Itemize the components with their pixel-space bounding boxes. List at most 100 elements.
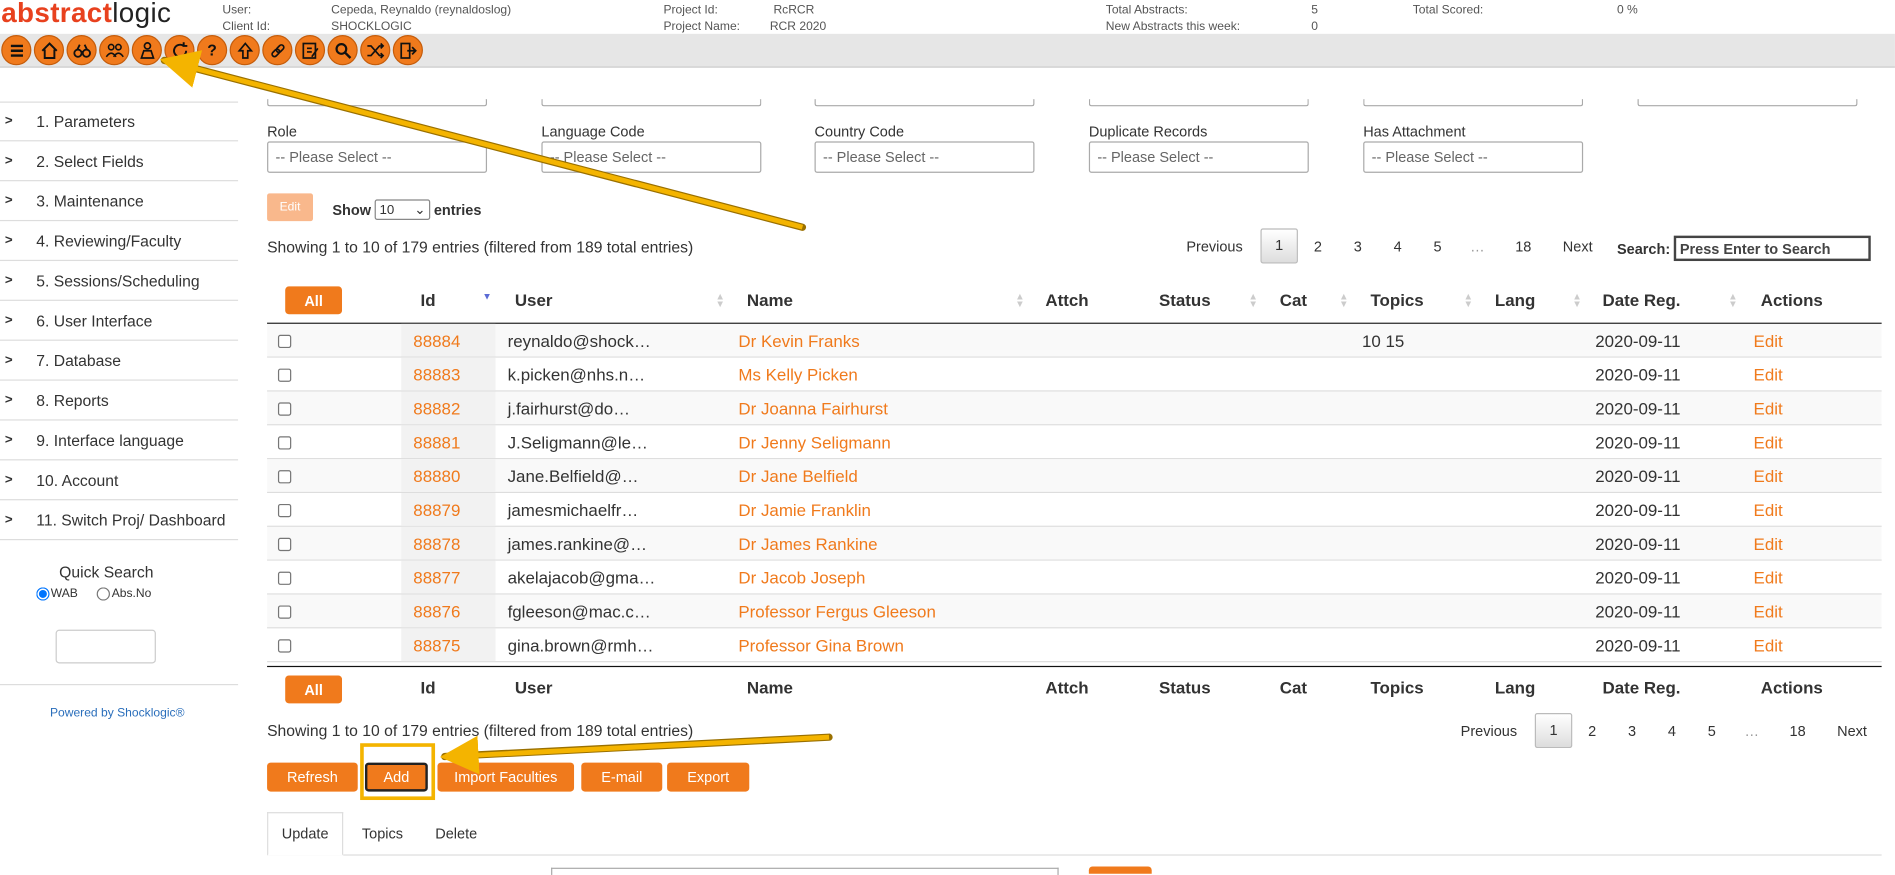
role-select[interactable]: -- Please Select -- — [267, 141, 488, 173]
col-cat[interactable]: Cat — [1280, 290, 1307, 309]
select-all-button[interactable]: All — [285, 286, 343, 315]
pager-page-1[interactable]: 1 — [1534, 713, 1573, 749]
row-id-link[interactable]: 88875 — [413, 636, 460, 655]
pager-page-5[interactable]: 5 — [1692, 722, 1732, 739]
upload-icon[interactable] — [229, 35, 260, 66]
logout-icon[interactable] — [392, 35, 423, 66]
row-edit-link[interactable]: Edit — [1754, 433, 1783, 452]
row-edit-link[interactable]: Edit — [1754, 466, 1783, 485]
sidebar-item-parameters[interactable]: >1. Parameters — [0, 102, 239, 142]
pager-previous[interactable]: Previous — [1447, 722, 1532, 739]
pager-page-3[interactable]: 3 — [1338, 237, 1378, 254]
sidebar-item-account[interactable]: >10. Account — [0, 460, 239, 501]
sidebar-item-maintenance[interactable]: >3. Maintenance — [0, 181, 239, 222]
pager-page-2[interactable]: 2 — [1298, 237, 1338, 254]
col-name[interactable]: Name — [747, 290, 793, 309]
menu-icon[interactable] — [1, 35, 32, 66]
row-name-link[interactable]: Dr James Rankine — [738, 534, 877, 553]
pager-page-4[interactable]: 4 — [1378, 237, 1418, 254]
sidebar-item-database[interactable]: >7. Database — [0, 341, 239, 381]
row-id-link[interactable]: 88878 — [413, 534, 460, 553]
row-checkbox[interactable] — [277, 537, 292, 552]
pager-page-18[interactable]: 18 — [1772, 722, 1824, 739]
row-id-link[interactable]: 88879 — [413, 500, 460, 519]
row-name-link[interactable]: Dr Jamie Franklin — [738, 500, 871, 519]
pager-previous[interactable]: Previous — [1172, 237, 1257, 254]
sidebar-item-switch-project[interactable]: >11. Switch Proj/ Dashboard — [0, 500, 239, 541]
radio-absno[interactable]: Abs.No — [97, 587, 151, 601]
language-code-select[interactable]: -- Please Select -- — [541, 141, 762, 173]
has-attachment-select[interactable]: -- Please Select -- — [1363, 141, 1584, 173]
export-button[interactable]: Export — [667, 762, 750, 792]
pager-page-18[interactable]: 18 — [1497, 237, 1549, 254]
row-name-link[interactable]: Ms Kelly Picken — [738, 365, 857, 384]
row-checkbox[interactable] — [277, 503, 292, 518]
edit-button[interactable]: Edit — [267, 193, 314, 222]
col-id[interactable]: Id — [421, 290, 436, 309]
row-id-link[interactable]: 88883 — [413, 365, 460, 384]
row-id-link[interactable]: 88881 — [413, 433, 460, 452]
col-topics[interactable]: Topics — [1370, 290, 1423, 309]
radio-wab[interactable]: WAB — [36, 587, 78, 601]
pager-page-2[interactable]: 2 — [1572, 722, 1612, 739]
search-icon[interactable] — [327, 35, 358, 66]
import-faculties-button[interactable]: Import Faculties — [437, 762, 575, 792]
row-edit-link[interactable]: Edit — [1754, 331, 1783, 350]
row-edit-link[interactable]: Edit — [1754, 500, 1783, 519]
pager-page-4[interactable]: 4 — [1652, 722, 1692, 739]
row-edit-link[interactable]: Edit — [1754, 602, 1783, 621]
help-icon[interactable]: ? — [196, 35, 228, 66]
duplicate-records-select[interactable]: -- Please Select -- — [1088, 141, 1309, 173]
row-id-link[interactable]: 88876 — [413, 602, 460, 621]
col-date-reg[interactable]: Date Reg. — [1602, 290, 1680, 309]
col-user[interactable]: User — [515, 290, 553, 309]
row-name-link[interactable]: Professor Fergus Gleeson — [738, 602, 935, 621]
row-id-link[interactable]: 88884 — [413, 331, 460, 350]
row-checkbox[interactable] — [277, 402, 292, 416]
pager-next[interactable]: Next — [1549, 237, 1606, 254]
row-name-link[interactable]: Dr Jenny Seligmann — [738, 433, 890, 452]
row-id-link[interactable]: 88877 — [413, 568, 460, 587]
sidebar-item-reviewing[interactable]: >4. Reviewing/Faculty — [0, 221, 239, 262]
faculty-icon[interactable] — [131, 35, 162, 66]
pager-page-5[interactable]: 5 — [1418, 237, 1458, 254]
sidebar-item-reports[interactable]: >8. Reports — [0, 381, 239, 421]
tab-topics[interactable]: Topics — [349, 812, 415, 856]
row-checkbox[interactable] — [277, 436, 292, 450]
row-id-link[interactable]: 88882 — [413, 399, 460, 418]
row-checkbox[interactable] — [277, 368, 292, 382]
col-attch[interactable]: Attch — [1045, 290, 1088, 309]
email-button[interactable]: E-mail — [581, 762, 663, 792]
home-icon[interactable] — [33, 35, 65, 66]
search-input[interactable]: Press Enter to Search — [1673, 235, 1871, 262]
row-edit-link[interactable]: Edit — [1754, 365, 1783, 384]
select-all-button-bottom[interactable]: All — [285, 675, 343, 704]
row-name-link[interactable]: Dr Jane Belfield — [738, 466, 857, 485]
tab-delete[interactable]: Delete — [422, 812, 491, 856]
row-name-link[interactable]: Dr Jacob Joseph — [738, 568, 865, 587]
tab-update[interactable]: Update — [267, 812, 344, 856]
sidebar-item-interface-language[interactable]: >9. Interface language — [0, 421, 239, 461]
row-edit-link[interactable]: Edit — [1754, 399, 1783, 418]
row-checkbox[interactable] — [277, 605, 292, 619]
row-edit-link[interactable]: Edit — [1754, 636, 1783, 655]
refresh-button[interactable]: Refresh — [267, 762, 358, 792]
quick-search-input[interactable] — [55, 629, 156, 664]
row-checkbox[interactable] — [277, 470, 292, 484]
edit-icon[interactable] — [294, 35, 326, 66]
col-status[interactable]: Status — [1159, 290, 1211, 309]
link-icon[interactable] — [262, 35, 293, 66]
app-logo[interactable]: abstractlogic — [1, 0, 171, 29]
page-length-select[interactable]: 10 ⌄ — [374, 199, 431, 220]
sidebar-item-select-fields[interactable]: >2. Select Fields — [0, 141, 239, 182]
sidebar-item-sessions[interactable]: >5. Sessions/Scheduling — [0, 261, 239, 301]
col-lang[interactable]: Lang — [1495, 290, 1535, 309]
row-edit-link[interactable]: Edit — [1754, 534, 1783, 553]
row-checkbox[interactable] — [277, 334, 292, 349]
row-edit-link[interactable]: Edit — [1754, 568, 1783, 587]
country-code-select[interactable]: -- Please Select -- — [814, 141, 1035, 173]
sidebar-item-user-interface[interactable]: >6. User Interface — [0, 301, 239, 341]
radio-absno-input[interactable] — [97, 587, 111, 601]
binoculars-icon[interactable] — [66, 35, 97, 66]
pager-page-1[interactable]: 1 — [1260, 228, 1298, 264]
